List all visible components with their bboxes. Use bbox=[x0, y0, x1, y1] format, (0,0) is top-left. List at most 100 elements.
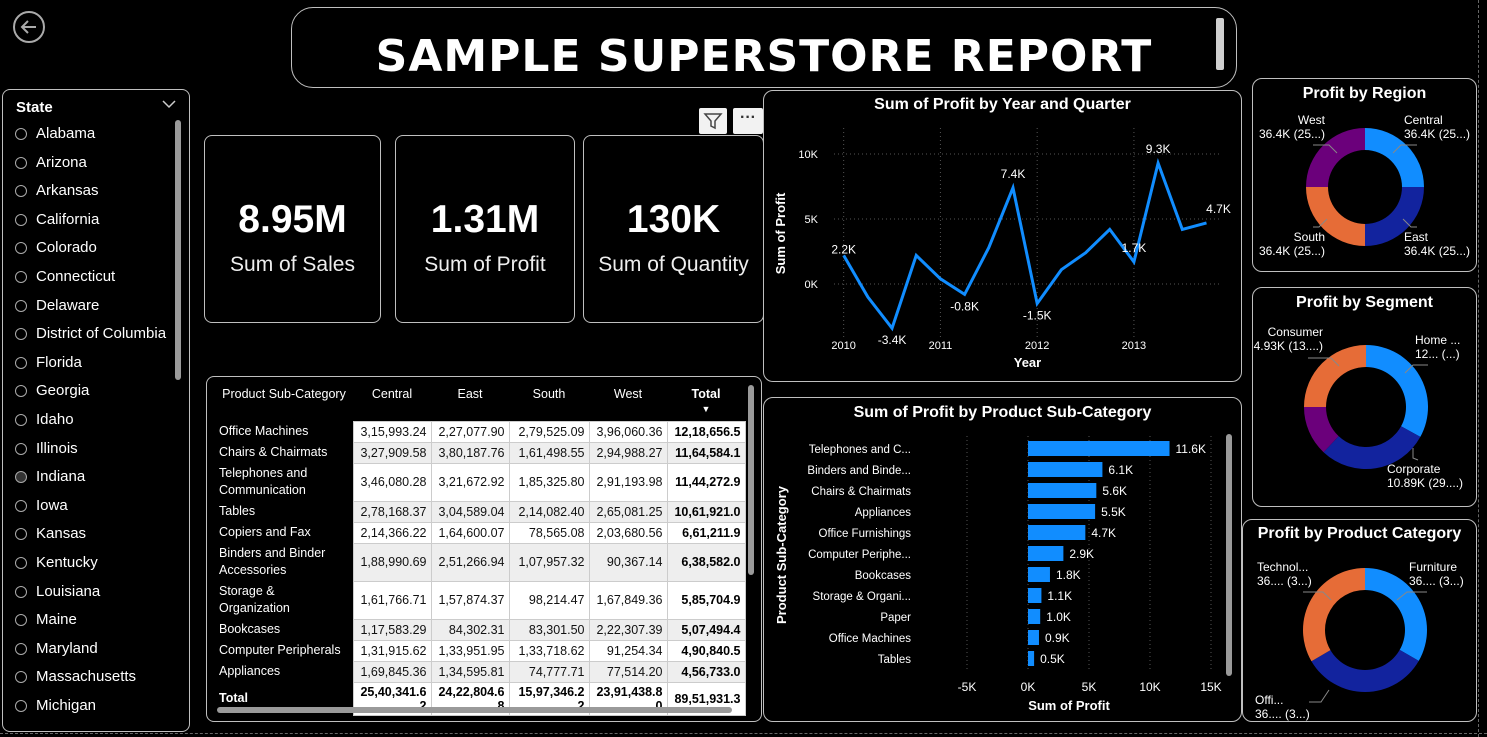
state-label: Florida bbox=[36, 353, 82, 371]
title-scrollbar[interactable] bbox=[1216, 18, 1224, 70]
column-header[interactable]: West bbox=[589, 377, 667, 421]
radio-icon[interactable] bbox=[15, 128, 27, 140]
table-cell: 2,78,168.37 bbox=[352, 500, 432, 523]
state-option[interactable]: Maine bbox=[15, 611, 177, 628]
bar bbox=[1028, 546, 1064, 561]
matrix-horizontal-scrollbar[interactable] bbox=[217, 707, 732, 713]
back-arrow-icon[interactable] bbox=[12, 10, 46, 44]
column-header[interactable]: Central bbox=[353, 377, 431, 421]
table-cell: 1,88,990.69 bbox=[352, 542, 432, 582]
table-row[interactable]: Computer Peripherals 1,31,915.62 1,33,951.… bbox=[215, 639, 746, 662]
radio-icon[interactable] bbox=[15, 528, 27, 541]
bar-chart-card[interactable]: Sum of Profit by Product Sub-Category -5… bbox=[763, 397, 1242, 722]
radio-icon[interactable] bbox=[15, 557, 27, 569]
state-option[interactable]: Georgia bbox=[15, 382, 177, 399]
state-option[interactable]: Michigan bbox=[15, 697, 177, 714]
table-row[interactable]: Bookcases 1,17,583.29 84,302.31 83,301.50 2,… bbox=[215, 618, 746, 641]
page-edge-bottom bbox=[0, 733, 1487, 734]
state-label: Michigan bbox=[36, 697, 97, 714]
state-option[interactable]: Massachusetts bbox=[15, 668, 177, 685]
y-axis-title: Sum of Profit bbox=[773, 192, 788, 274]
y-tick-label: 0K bbox=[805, 279, 819, 291]
radio-icon[interactable] bbox=[15, 414, 27, 426]
more-options-button[interactable]: ··· bbox=[733, 108, 763, 134]
table-cell: 1,33,951.95 bbox=[430, 639, 510, 662]
radio-icon[interactable] bbox=[15, 299, 27, 312]
radio-icon[interactable] bbox=[15, 242, 27, 255]
radio-icon[interactable] bbox=[15, 585, 27, 598]
slicer-scrollbar[interactable] bbox=[175, 120, 181, 380]
radio-icon[interactable] bbox=[15, 213, 27, 226]
column-header[interactable]: East bbox=[431, 377, 509, 421]
radio-icon[interactable] bbox=[15, 271, 27, 283]
state-option[interactable]: Iowa bbox=[15, 497, 177, 514]
y-tick-label: 10K bbox=[798, 149, 818, 161]
table-row[interactable]: Binders and Binder Accessories 1,88,990.6… bbox=[215, 542, 746, 582]
table-row[interactable]: Chairs & Chairmats 3,27,909.58 3,80,187.76… bbox=[215, 441, 746, 464]
state-option[interactable]: Indiana bbox=[15, 468, 177, 485]
radio-icon[interactable] bbox=[15, 471, 27, 484]
column-header[interactable]: South bbox=[509, 377, 589, 421]
radio-icon[interactable] bbox=[15, 328, 27, 341]
radio-icon[interactable] bbox=[15, 499, 27, 512]
category-donut-card[interactable]: Profit by Product Category Furniture 36..… bbox=[1242, 519, 1477, 722]
category-label: Telephones and C... bbox=[809, 444, 911, 456]
table-row[interactable]: Tables 2,78,168.37 3,04,589.04 2,14,082.40 2… bbox=[215, 500, 746, 523]
data-label: 4.7K bbox=[1091, 526, 1116, 540]
state-option[interactable]: Kentucky bbox=[15, 554, 177, 571]
row-label: Tables bbox=[219, 504, 256, 518]
radio-icon[interactable] bbox=[15, 385, 27, 398]
state-option[interactable]: Delaware bbox=[15, 297, 177, 314]
state-option[interactable]: District of Columbia bbox=[15, 325, 177, 342]
column-header[interactable]: Product Sub-Category bbox=[215, 377, 353, 421]
radio-icon[interactable] bbox=[15, 156, 27, 169]
kpi-value: 130K bbox=[626, 198, 721, 241]
radio-icon[interactable] bbox=[15, 356, 27, 369]
line-chart: 10K 5K 0K 2010 2011 2012 2013 Year Sum of Profit… bbox=[773, 128, 1231, 370]
matrix-vertical-scrollbar[interactable] bbox=[748, 385, 754, 575]
region-donut-card[interactable]: Profit by Region Central 36.4K (25...) Eas… bbox=[1252, 78, 1477, 272]
radio-icon[interactable] bbox=[15, 642, 27, 655]
table-cell: 74,777.71 bbox=[508, 660, 590, 683]
state-label: California bbox=[36, 210, 100, 228]
x-tick-label: 2012 bbox=[1025, 340, 1049, 352]
data-label: 36.... (3...) bbox=[1257, 574, 1312, 588]
radio-icon[interactable] bbox=[15, 700, 27, 712]
state-option[interactable]: California bbox=[15, 211, 177, 228]
sales-matrix[interactable]: Product Sub-Category Central East South … bbox=[206, 376, 762, 722]
table-row[interactable]: Appliances 1,69,845.36 1,34,595.81 74,777.7… bbox=[215, 660, 746, 683]
data-label: 36.4K (25...) bbox=[1404, 127, 1470, 141]
radio-icon[interactable] bbox=[15, 185, 27, 198]
state-option[interactable]: Louisiana bbox=[15, 583, 177, 600]
radio-icon[interactable] bbox=[15, 442, 27, 455]
x-tick-label: 10K bbox=[1139, 680, 1160, 694]
state-option[interactable]: Maryland bbox=[15, 640, 177, 657]
donut-slice bbox=[1311, 649, 1419, 692]
data-label: 36.... (3...) bbox=[1255, 707, 1310, 721]
table-row[interactable]: Telephones and Communication 3,46,080.28 3… bbox=[215, 462, 746, 502]
legend-label: East bbox=[1404, 230, 1429, 244]
table-row[interactable]: Storage & Organization 1,61,766.71 1,57,87… bbox=[215, 580, 746, 620]
line-chart-card[interactable]: Sum of Profit by Year and Quarter 10K 5K 0… bbox=[763, 90, 1242, 382]
radio-icon[interactable] bbox=[15, 671, 27, 684]
state-option[interactable]: Idaho bbox=[15, 411, 177, 428]
table-cell: 91,254.34 bbox=[588, 639, 668, 662]
table-row[interactable]: Office Machines 3,15,993.24 2,27,077.90 2,7… bbox=[215, 420, 746, 443]
state-option[interactable]: Florida bbox=[15, 354, 177, 371]
state-option[interactable]: Kansas bbox=[15, 525, 177, 542]
data-label: 2.2K bbox=[831, 242, 856, 256]
filter-button[interactable] bbox=[699, 108, 727, 134]
table-row[interactable]: Copiers and Fax 2,14,366.22 1,64,600.07 78,… bbox=[215, 521, 746, 544]
segment-donut-card[interactable]: Profit by Segment Home ... 12... (...) Cor… bbox=[1252, 287, 1477, 507]
state-option[interactable]: Alabama bbox=[15, 125, 177, 142]
state-option[interactable]: Arizona bbox=[15, 154, 177, 171]
chevron-down-icon[interactable] bbox=[161, 98, 177, 110]
state-slicer[interactable]: State Alabama Arizona Arkansas California Co… bbox=[2, 89, 190, 732]
column-header-total[interactable]: Total ▼ bbox=[667, 377, 745, 421]
row-label: Binders and Binder Accessories bbox=[219, 546, 326, 577]
state-option[interactable]: Colorado bbox=[15, 239, 177, 256]
radio-icon[interactable] bbox=[15, 614, 27, 627]
state-option[interactable]: Arkansas bbox=[15, 182, 177, 199]
state-option[interactable]: Illinois bbox=[15, 440, 177, 457]
state-option[interactable]: Connecticut bbox=[15, 268, 177, 285]
